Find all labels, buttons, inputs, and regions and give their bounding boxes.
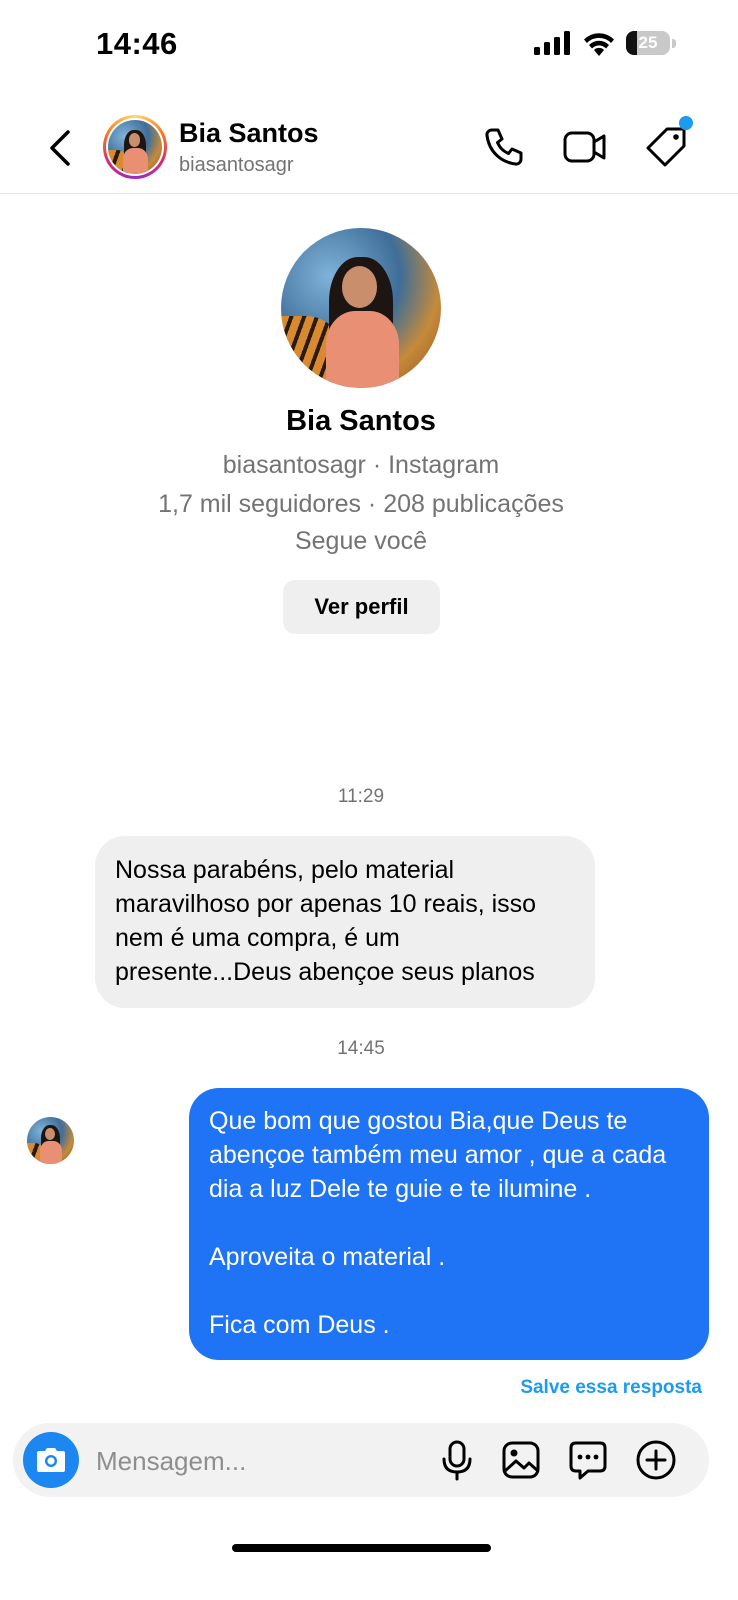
tag-icon — [646, 127, 686, 167]
sticker-button[interactable] — [564, 1436, 612, 1484]
profile-handle: biasantosagr · Instagram — [222, 451, 500, 479]
header-divider — [0, 193, 738, 194]
incoming-message-bubble[interactable]: Nossa parabéns, pelo material maravilhos… — [95, 836, 595, 1008]
voice-call-button[interactable] — [480, 123, 528, 171]
battery-icon: 25 — [626, 31, 670, 55]
message-timestamp: 14:45 — [337, 1038, 385, 1059]
sender-avatar[interactable] — [27, 1117, 74, 1164]
camera-icon — [37, 1448, 65, 1472]
video-camera-icon — [563, 131, 606, 163]
gallery-button[interactable] — [497, 1436, 545, 1484]
follow-status: Segue você — [294, 527, 428, 555]
home-indicator[interactable] — [232, 1544, 491, 1552]
more-options-button[interactable] — [632, 1436, 680, 1484]
voice-message-button[interactable] — [433, 1436, 481, 1484]
save-reply-link[interactable]: Salve essa resposta — [520, 1377, 702, 1399]
status-icons: 25 — [534, 30, 676, 56]
message-input[interactable] — [94, 1438, 418, 1484]
avatar-image — [108, 120, 162, 174]
tag-button[interactable] — [643, 123, 691, 171]
header-avatar[interactable] — [103, 115, 167, 179]
profile-name: Bia Santos — [286, 405, 436, 437]
camera-button[interactable] — [23, 1432, 79, 1488]
view-profile-button[interactable]: Ver perfil — [283, 580, 440, 634]
microphone-icon — [442, 1440, 472, 1481]
notification-dot — [679, 116, 693, 130]
chat-contact-username[interactable]: biasantosagr — [179, 154, 294, 177]
back-chevron-icon — [50, 130, 70, 166]
outgoing-message-bubble[interactable]: Que bom que gostou Bia,que Deus te abenç… — [189, 1088, 709, 1360]
sticker-chat-icon — [569, 1441, 607, 1480]
status-time: 14:46 — [96, 26, 178, 61]
battery-tip — [672, 38, 676, 48]
wifi-icon — [584, 33, 614, 56]
plus-circle-icon — [636, 1440, 676, 1480]
message-timestamp: 11:29 — [337, 786, 385, 807]
video-call-button[interactable] — [561, 123, 609, 171]
cellular-signal-icon — [534, 31, 570, 55]
profile-picture[interactable] — [281, 228, 441, 388]
chat-contact-name[interactable]: Bia Santos — [179, 118, 319, 149]
back-button[interactable] — [42, 126, 82, 170]
battery-level: 25 — [638, 33, 658, 52]
gallery-icon — [502, 1441, 540, 1479]
phone-icon — [485, 128, 523, 166]
profile-stats: 1,7 mil seguidores · 208 publicações — [158, 490, 564, 518]
